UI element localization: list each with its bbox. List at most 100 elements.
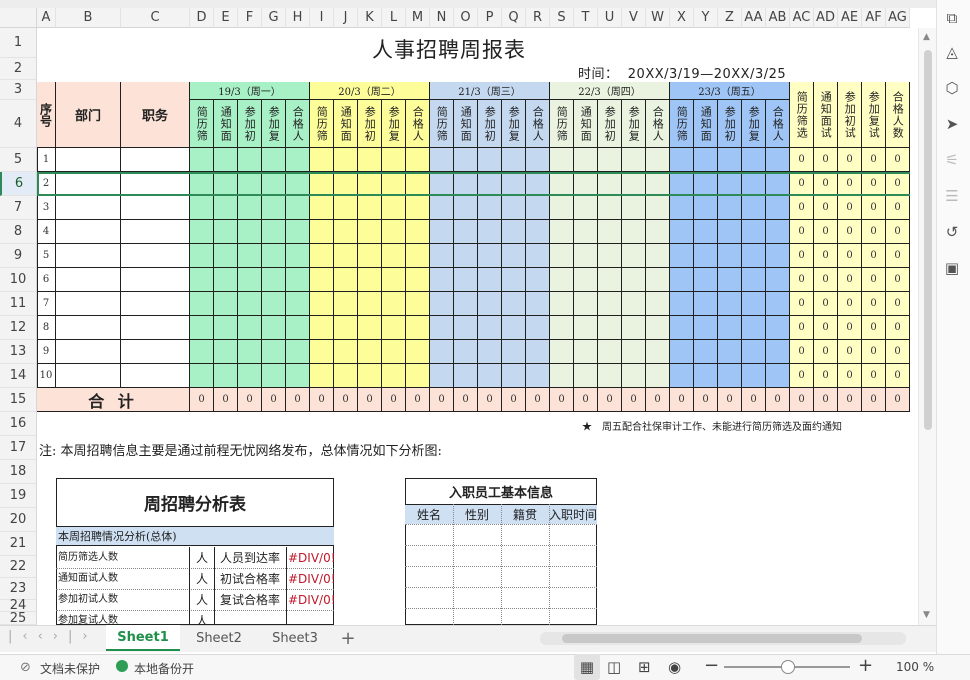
job-cell[interactable]	[121, 340, 190, 364]
total-value-cell[interactable]: 0	[814, 244, 838, 268]
total-cell[interactable]: 0	[430, 388, 454, 412]
column-header[interactable]: O	[454, 8, 478, 28]
total-value-cell[interactable]: 0	[814, 196, 838, 220]
column-header[interactable]: AD	[814, 8, 838, 28]
data-cell[interactable]	[574, 364, 598, 388]
data-cell[interactable]	[406, 364, 430, 388]
dept-cell[interactable]	[56, 196, 121, 220]
total-value-cell[interactable]: 0	[790, 220, 814, 244]
data-cell[interactable]	[766, 172, 790, 196]
data-cell[interactable]	[478, 340, 502, 364]
data-cell[interactable]	[214, 196, 238, 220]
data-cell[interactable]	[238, 364, 262, 388]
data-cell[interactable]	[382, 268, 406, 292]
column-header[interactable]: R	[526, 8, 550, 28]
scroll-down-icon[interactable]: ▼	[923, 610, 930, 620]
data-cell[interactable]	[430, 364, 454, 388]
total-value-cell[interactable]: 0	[886, 340, 910, 364]
data-cell[interactable]	[358, 364, 382, 388]
column-header[interactable]: AC	[790, 8, 814, 28]
data-cell[interactable]	[502, 268, 526, 292]
row-number-cell[interactable]: 2	[37, 172, 56, 196]
data-cell[interactable]	[310, 316, 334, 340]
data-cell[interactable]	[574, 220, 598, 244]
data-cell[interactable]	[214, 268, 238, 292]
column-header[interactable]: S	[550, 8, 574, 28]
dept-cell[interactable]	[56, 268, 121, 292]
row-header[interactable]: 11	[0, 292, 37, 316]
data-cell[interactable]	[214, 220, 238, 244]
data-cell[interactable]	[526, 316, 550, 340]
data-cell[interactable]	[718, 364, 742, 388]
column-header[interactable]: AF	[862, 8, 886, 28]
data-cell[interactable]	[550, 220, 574, 244]
data-cell[interactable]	[214, 172, 238, 196]
data-cell[interactable]	[574, 292, 598, 316]
dept-cell[interactable]	[56, 220, 121, 244]
data-cell[interactable]	[502, 316, 526, 340]
column-header[interactable]: Y	[694, 8, 718, 28]
total-cell[interactable]: 0	[622, 388, 646, 412]
row-header[interactable]: 7	[0, 196, 37, 220]
column-header[interactable]: J	[334, 8, 358, 28]
total-cell[interactable]: 0	[358, 388, 382, 412]
data-cell[interactable]	[742, 340, 766, 364]
data-cell[interactable]	[670, 316, 694, 340]
data-cell[interactable]	[406, 316, 430, 340]
data-cell[interactable]	[262, 244, 286, 268]
select-all-corner[interactable]	[0, 8, 37, 28]
total-cell[interactable]: 0	[646, 388, 670, 412]
total-cell[interactable]: 0	[766, 388, 790, 412]
total-value-cell[interactable]: 0	[790, 316, 814, 340]
data-cell[interactable]	[646, 292, 670, 316]
data-cell[interactable]	[622, 268, 646, 292]
data-cell[interactable]	[358, 244, 382, 268]
job-cell[interactable]	[121, 364, 190, 388]
data-cell[interactable]	[190, 268, 214, 292]
data-cell[interactable]	[694, 364, 718, 388]
row-number-cell[interactable]: 1	[37, 148, 56, 172]
data-cell[interactable]	[286, 292, 310, 316]
column-header[interactable]: N	[430, 8, 454, 28]
column-header[interactable]: G	[262, 8, 286, 28]
protect-status[interactable]: 文档未保护	[40, 660, 100, 677]
data-cell[interactable]	[718, 268, 742, 292]
total-cell[interactable]: 0	[550, 388, 574, 412]
data-cell[interactable]	[430, 172, 454, 196]
data-cell[interactable]	[358, 196, 382, 220]
data-cell[interactable]	[334, 340, 358, 364]
row-header[interactable]: 1	[0, 28, 37, 58]
data-cell[interactable]	[766, 268, 790, 292]
column-header[interactable]: X	[670, 8, 694, 28]
tab-sheet1[interactable]: Sheet1	[106, 625, 180, 651]
data-cell[interactable]	[718, 148, 742, 172]
data-cell[interactable]	[574, 172, 598, 196]
data-cell[interactable]	[478, 268, 502, 292]
data-cell[interactable]	[430, 340, 454, 364]
data-cell[interactable]	[718, 172, 742, 196]
total-value-cell[interactable]: 0	[886, 364, 910, 388]
data-cell[interactable]	[766, 364, 790, 388]
total-value-cell[interactable]: 0	[838, 220, 862, 244]
total-value-cell[interactable]: 0	[814, 292, 838, 316]
data-cell[interactable]	[502, 196, 526, 220]
data-cell[interactable]	[430, 148, 454, 172]
data-cell[interactable]	[574, 148, 598, 172]
data-cell[interactable]	[286, 196, 310, 220]
vertical-scrollbar[interactable]: ▲ ▼	[918, 28, 936, 628]
data-cell[interactable]	[574, 316, 598, 340]
data-cell[interactable]	[742, 268, 766, 292]
data-cell[interactable]	[742, 220, 766, 244]
total-value-cell[interactable]: 0	[838, 292, 862, 316]
data-cell[interactable]	[214, 340, 238, 364]
data-cell[interactable]	[694, 220, 718, 244]
data-cell[interactable]	[430, 220, 454, 244]
data-cell[interactable]	[334, 148, 358, 172]
data-cell[interactable]	[430, 244, 454, 268]
total-value-cell[interactable]: 0	[814, 316, 838, 340]
data-cell[interactable]	[334, 316, 358, 340]
total-value-cell[interactable]: 0	[862, 220, 886, 244]
total-value-cell[interactable]: 0	[790, 148, 814, 172]
column-header[interactable]: P	[478, 8, 502, 28]
data-cell[interactable]	[646, 268, 670, 292]
